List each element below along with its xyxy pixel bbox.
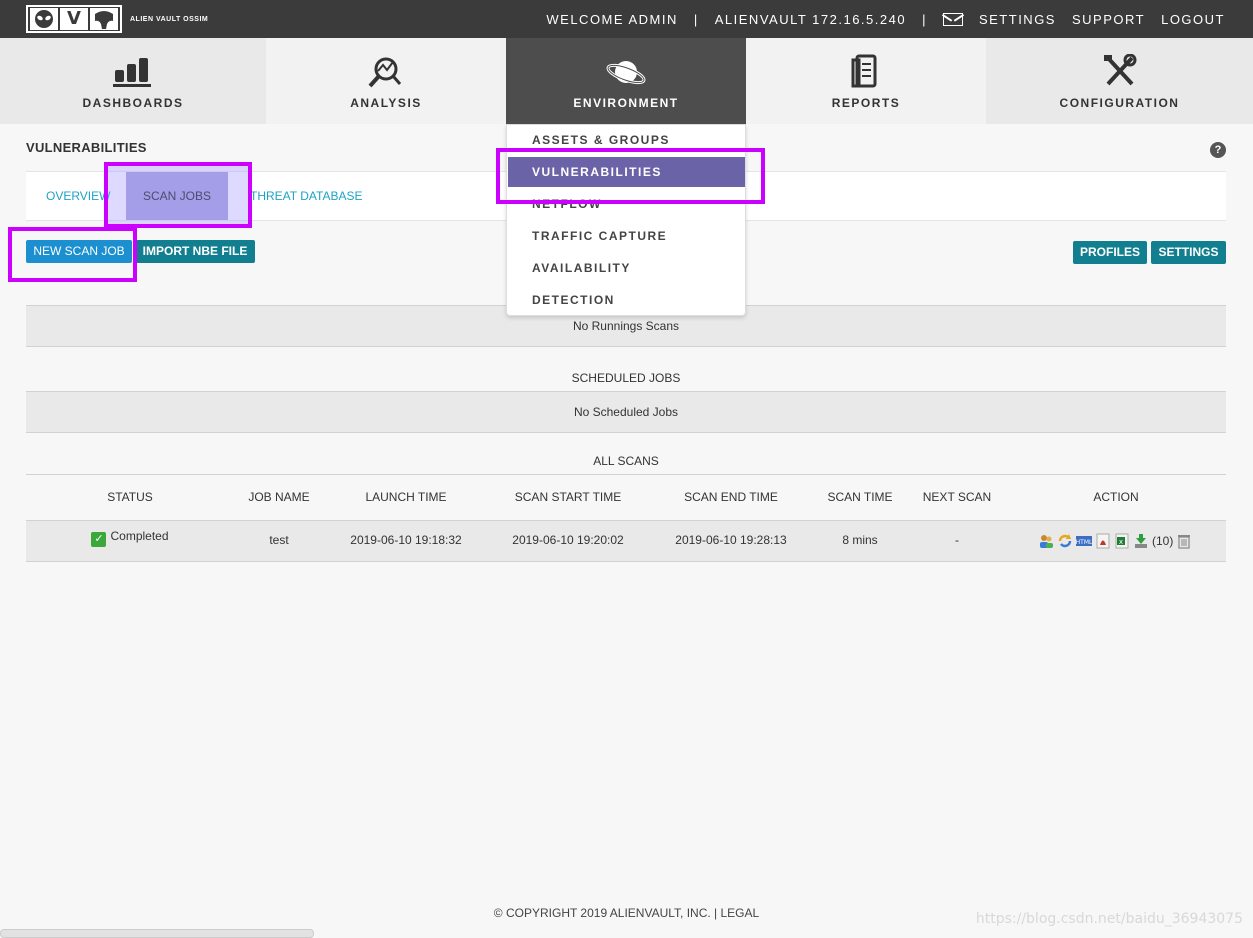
menu-item-netflow[interactable]: NETFLOW (508, 189, 745, 219)
server-info: ALIENVAULT 172.16.5.240 (714, 11, 907, 27)
next-scan-cell: - (955, 533, 959, 547)
job-name-cell: test (269, 533, 289, 547)
svg-text:x: x (1119, 538, 1123, 546)
scheduled-jobs-empty: No Scheduled Jobs (573, 405, 679, 419)
profiles-button[interactable]: PROFILES (1073, 241, 1147, 264)
welcome-text: WELCOME ADMIN (546, 11, 678, 27)
logout-link[interactable]: LOGOUT (1161, 12, 1225, 27)
logo-mark: V (26, 5, 122, 33)
magnifier-icon (368, 57, 402, 88)
users-icon[interactable] (1038, 533, 1054, 549)
running-scans-empty: No Runnings Scans (572, 319, 680, 333)
settings-button[interactable]: SETTINGS (1151, 241, 1226, 264)
horizontal-scrollbar[interactable] (0, 929, 314, 938)
download-icon[interactable] (1133, 533, 1149, 549)
rerun-icon[interactable] (1057, 533, 1073, 549)
document-icon (851, 54, 877, 88)
settings-link[interactable]: SETTINGS (979, 12, 1056, 27)
start-time-cell: 2019-06-10 19:20:02 (512, 533, 624, 547)
menu-item-availability[interactable]: AVAILABILITY (508, 253, 745, 283)
nav-label: CONFIGURATION (1059, 96, 1180, 110)
import-nbe-file-button[interactable]: IMPORT NBE FILE (135, 240, 255, 263)
environment-dropdown: ASSETS & GROUPS VULNERABILITIES NETFLOW … (506, 124, 746, 316)
nav-configuration[interactable]: CONFIGURATION (986, 38, 1253, 124)
table-header: STATUS JOB NAME LAUNCH TIME SCAN START T… (26, 474, 1226, 520)
column-launch-time[interactable]: LAUNCH TIME (336, 490, 476, 504)
nav-reports[interactable]: REPORTS (746, 38, 986, 124)
nav-label: ENVIRONMENT (573, 96, 679, 110)
support-link[interactable]: SUPPORT (1072, 12, 1145, 27)
alienvault-logo[interactable]: V ALIEN VAULT OSSIM (26, 4, 208, 34)
column-next-scan[interactable]: NEXT SCAN (907, 490, 1007, 504)
all-scans-heading: ALL SCANS (593, 454, 659, 468)
page-title: VULNERABILITIES (26, 140, 147, 155)
nav-label: DASHBOARDS (82, 96, 184, 110)
menu-item-assets-groups[interactable]: ASSETS & GROUPS (508, 125, 745, 155)
menu-item-vulnerabilities[interactable]: VULNERABILITIES (508, 157, 745, 187)
bar-chart-icon (113, 58, 151, 87)
nav-label: ANALYSIS (350, 96, 422, 110)
tab-overview[interactable]: OVERVIEW (46, 172, 110, 220)
column-scan-start-time[interactable]: SCAN START TIME (498, 490, 638, 504)
column-job-name[interactable]: JOB NAME (219, 490, 339, 504)
new-scan-job-button[interactable]: NEW SCAN JOB (26, 240, 132, 263)
watermark: https://blog.csdn.net/baidu_36943075 (975, 911, 1243, 927)
separator: | (922, 11, 927, 27)
top-navigation: WELCOME ADMIN | ALIENVAULT 172.16.5.240 … (530, 0, 1225, 38)
table-row: ✓ Completed test 2019-06-10 19:18:32 2019… (26, 520, 1226, 562)
column-scan-end-time[interactable]: SCAN END TIME (661, 490, 801, 504)
nav-analysis[interactable]: ANALYSIS (266, 38, 506, 124)
planet-icon (606, 61, 646, 85)
scheduled-jobs-panel: No Scheduled Jobs (26, 391, 1226, 433)
column-scan-time[interactable]: SCAN TIME (810, 490, 910, 504)
scan-time-cell: 8 mins (842, 533, 878, 547)
logo-text: ALIEN VAULT OSSIM (130, 15, 209, 23)
mail-icon[interactable] (942, 12, 963, 26)
launch-time-cell: 2019-06-10 19:18:32 (350, 533, 462, 547)
main-navigation: DASHBOARDS ANALYSIS ENVIRONMENT REPORTS (0, 38, 1253, 124)
menu-item-detection[interactable]: DETECTION (508, 285, 745, 315)
trash-icon[interactable] (1176, 533, 1192, 549)
column-action: ACTION (1093, 490, 1139, 504)
action-cell: HTML x (10) (1038, 533, 1192, 549)
tab-scan-jobs[interactable]: SCAN JOBS (126, 172, 228, 220)
status-cell: ✓ Completed (70, 529, 190, 547)
logo-letter: V (60, 8, 88, 30)
nav-dashboards[interactable]: DASHBOARDS (0, 38, 266, 124)
end-time-cell: 2019-06-10 19:28:13 (675, 533, 787, 547)
pdf-report-icon[interactable] (1095, 533, 1111, 549)
column-status[interactable]: STATUS (70, 490, 190, 504)
separator: | (693, 11, 699, 27)
tools-icon (1103, 54, 1136, 86)
check-icon: ✓ (91, 532, 107, 547)
logo-elephant-icon (90, 8, 118, 30)
tab-threat-database[interactable]: THREAT DATABASE (250, 172, 362, 220)
help-icon[interactable]: ? (1210, 142, 1226, 158)
top-bar: V ALIEN VAULT OSSIM WELCOME ADMIN | ALIE… (0, 0, 1253, 38)
status-text: Completed (110, 529, 169, 543)
excel-report-icon[interactable]: x (1114, 533, 1130, 549)
scheduled-jobs-heading: SCHEDULED JOBS (571, 371, 681, 385)
html-report-icon[interactable]: HTML (1076, 533, 1092, 549)
nav-label: REPORTS (831, 96, 901, 110)
result-count[interactable]: (10) (1152, 534, 1173, 548)
svg-text:HTML: HTML (1076, 539, 1092, 546)
logo-alien-icon (30, 8, 58, 30)
nav-environment[interactable]: ENVIRONMENT (506, 38, 746, 124)
menu-item-traffic-capture[interactable]: TRAFFIC CAPTURE (508, 221, 745, 251)
